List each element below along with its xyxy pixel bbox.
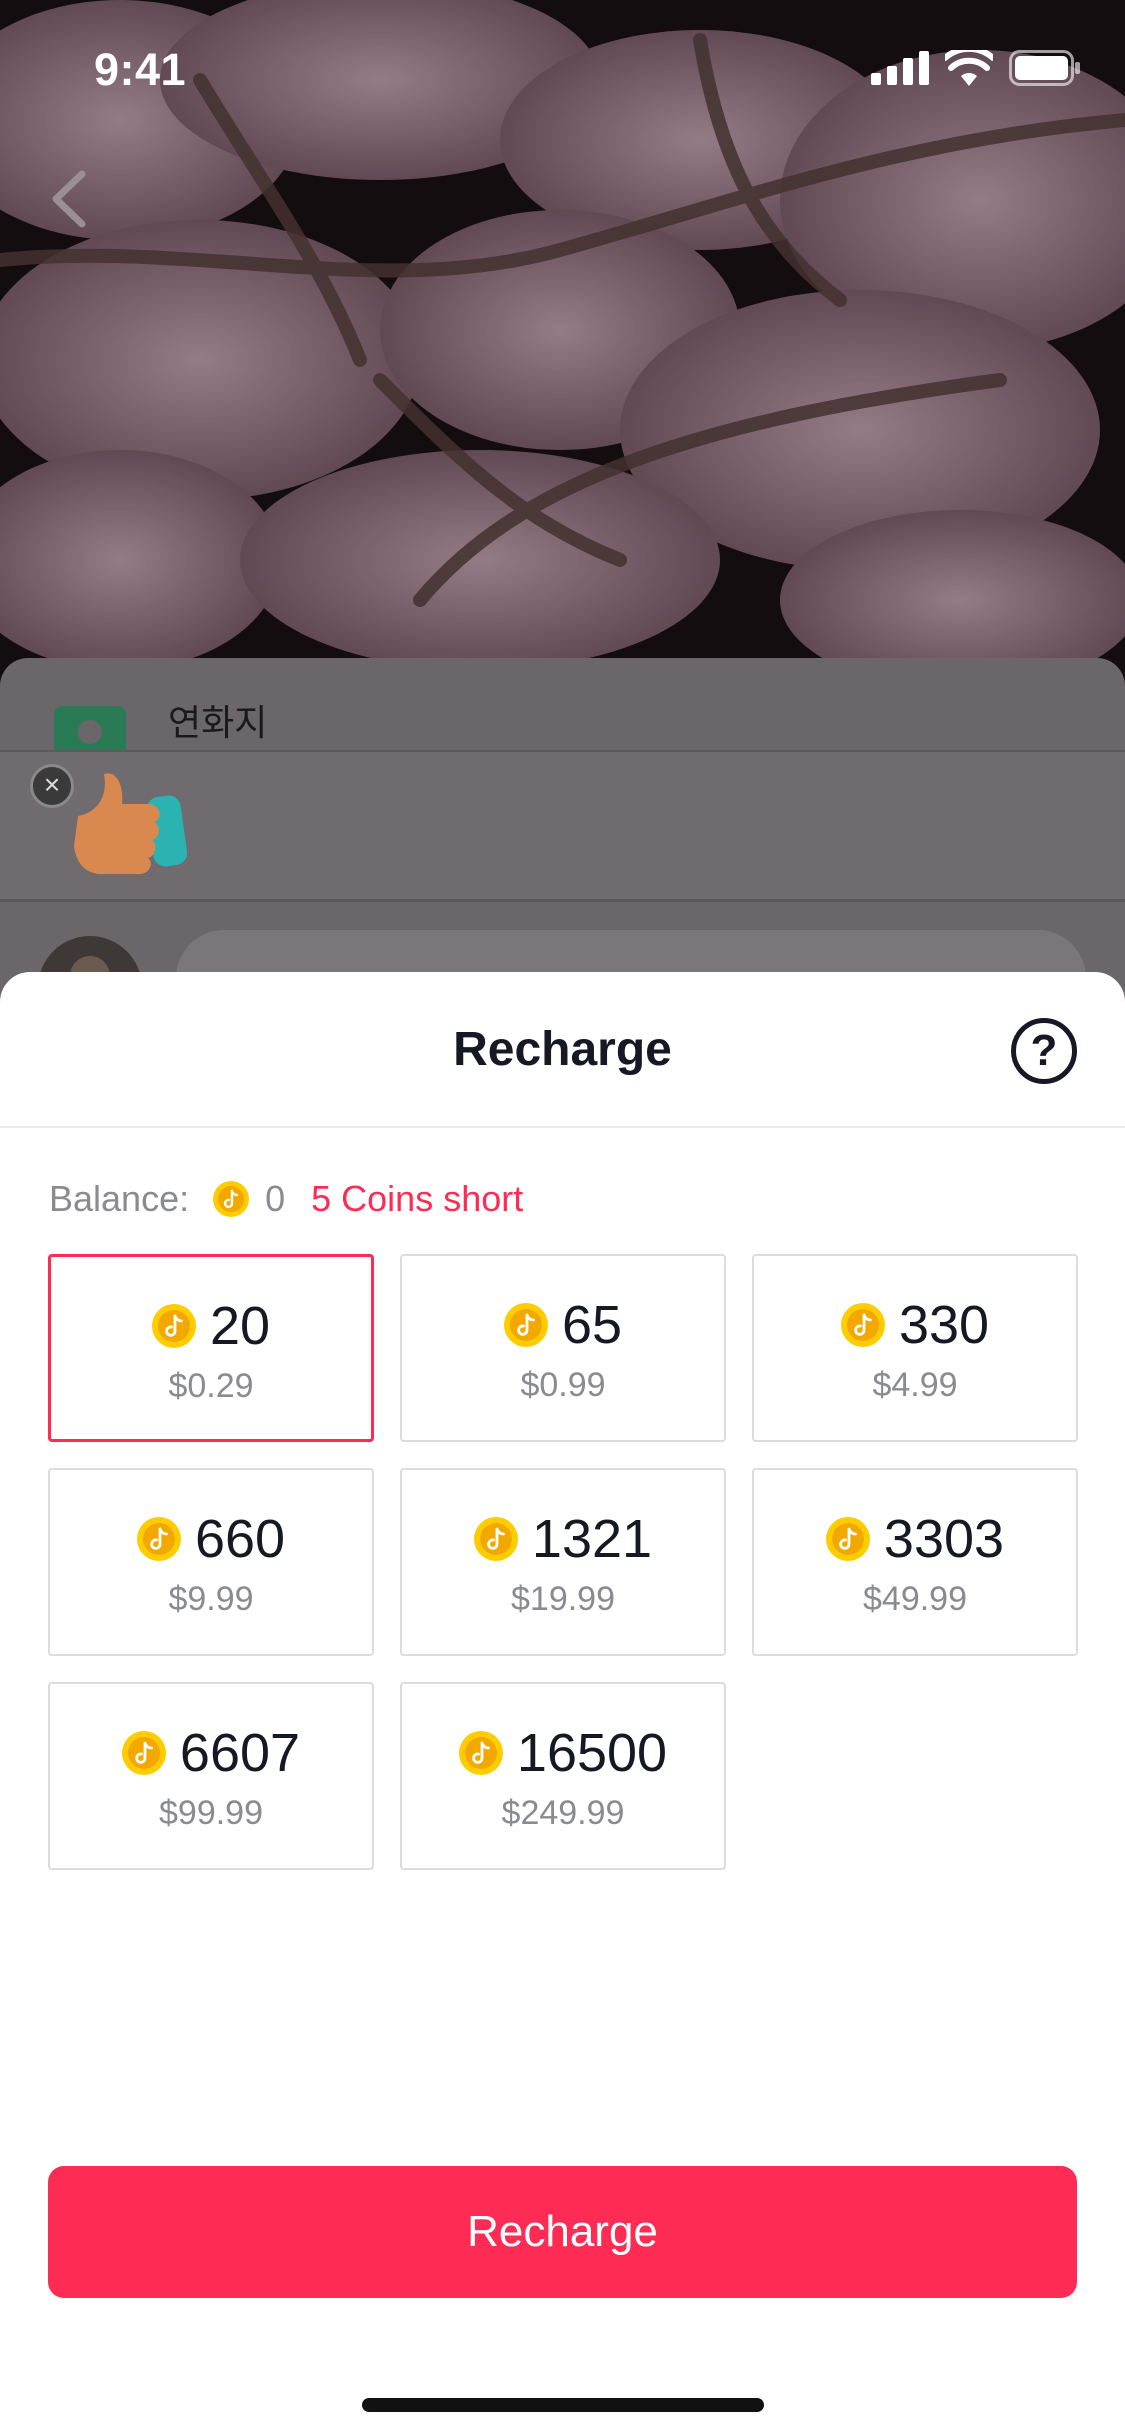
package-coins: 330 (898, 1295, 990, 1355)
sheet-title: Recharge (453, 1023, 672, 1076)
coin-icon (121, 1731, 166, 1775)
shop-icon (54, 706, 126, 750)
coin-package-option[interactable]: 20 $0.29 (48, 1254, 374, 1442)
battery-icon (1009, 50, 1081, 91)
coin-icon (213, 1181, 250, 1217)
coin-icon (458, 1731, 503, 1775)
package-coins: 3303 (883, 1509, 1005, 1569)
coin-package-option[interactable]: 16500 $249.99 (400, 1682, 726, 1870)
coin-package-option[interactable]: 1321 $19.99 (400, 1468, 726, 1656)
package-price: $19.99 (511, 1580, 615, 1618)
package-price: $0.99 (520, 1366, 606, 1404)
package-coins: 6607 (179, 1723, 301, 1783)
package-coins: 16500 (516, 1723, 668, 1783)
package-price: $249.99 (501, 1794, 625, 1832)
coin-icon (840, 1303, 885, 1347)
coin-package-option[interactable]: 3303 $49.99 (752, 1468, 1078, 1656)
back-button[interactable] (44, 164, 94, 234)
wifi-icon (942, 45, 996, 91)
package-price: $0.29 (168, 1367, 254, 1405)
help-icon[interactable]: ? (1011, 1018, 1077, 1084)
coin-package-option[interactable]: 330 $4.99 (752, 1254, 1078, 1442)
balance-value: 0 (265, 1178, 286, 1219)
signal-icon (871, 51, 929, 90)
coin-icon (503, 1303, 548, 1347)
status-bar: 9:41 (0, 0, 1125, 140)
coins-short-warning: 5 Coins short (311, 1178, 524, 1219)
balance-label: Balance: (49, 1178, 190, 1219)
package-price: $99.99 (159, 1794, 263, 1832)
thumbs-up-icon (58, 766, 188, 896)
recharge-sheet: Recharge ? Balance: 0 5 Coins short 20 $… (0, 972, 1125, 2436)
package-coins: 660 (194, 1509, 286, 1569)
coin-icon (136, 1517, 181, 1561)
coin-icon (151, 1304, 196, 1348)
coin-package-option[interactable]: 6607 $99.99 (48, 1682, 374, 1870)
coin-package-option[interactable]: 660 $9.99 (48, 1468, 374, 1656)
balance-row: Balance: 0 5 Coins short (49, 1178, 523, 1220)
package-price: $4.99 (872, 1366, 958, 1404)
status-time: 9:41 (94, 44, 187, 95)
shop-name: 연화지 (168, 702, 268, 743)
coin-packages: 20 $0.29 65 $0.99 330 $4.99 660 $9.99 13… (48, 1254, 1078, 1870)
close-icon[interactable]: × (30, 764, 74, 808)
back-chevron-icon (52, 170, 86, 228)
package-coins: 65 (561, 1295, 623, 1355)
package-price: $9.99 (168, 1580, 254, 1618)
coin-icon (825, 1517, 870, 1561)
package-coins: 1321 (531, 1509, 653, 1569)
home-indicator (362, 2398, 764, 2412)
recharge-button[interactable]: Recharge (48, 2166, 1077, 2298)
coin-icon (473, 1517, 518, 1561)
status-icons (871, 45, 1081, 91)
coin-package-option[interactable]: 65 $0.99 (400, 1254, 726, 1442)
package-coins: 20 (209, 1296, 271, 1356)
package-price: $49.99 (863, 1580, 967, 1618)
sheet-header: Recharge ? (0, 972, 1125, 1128)
